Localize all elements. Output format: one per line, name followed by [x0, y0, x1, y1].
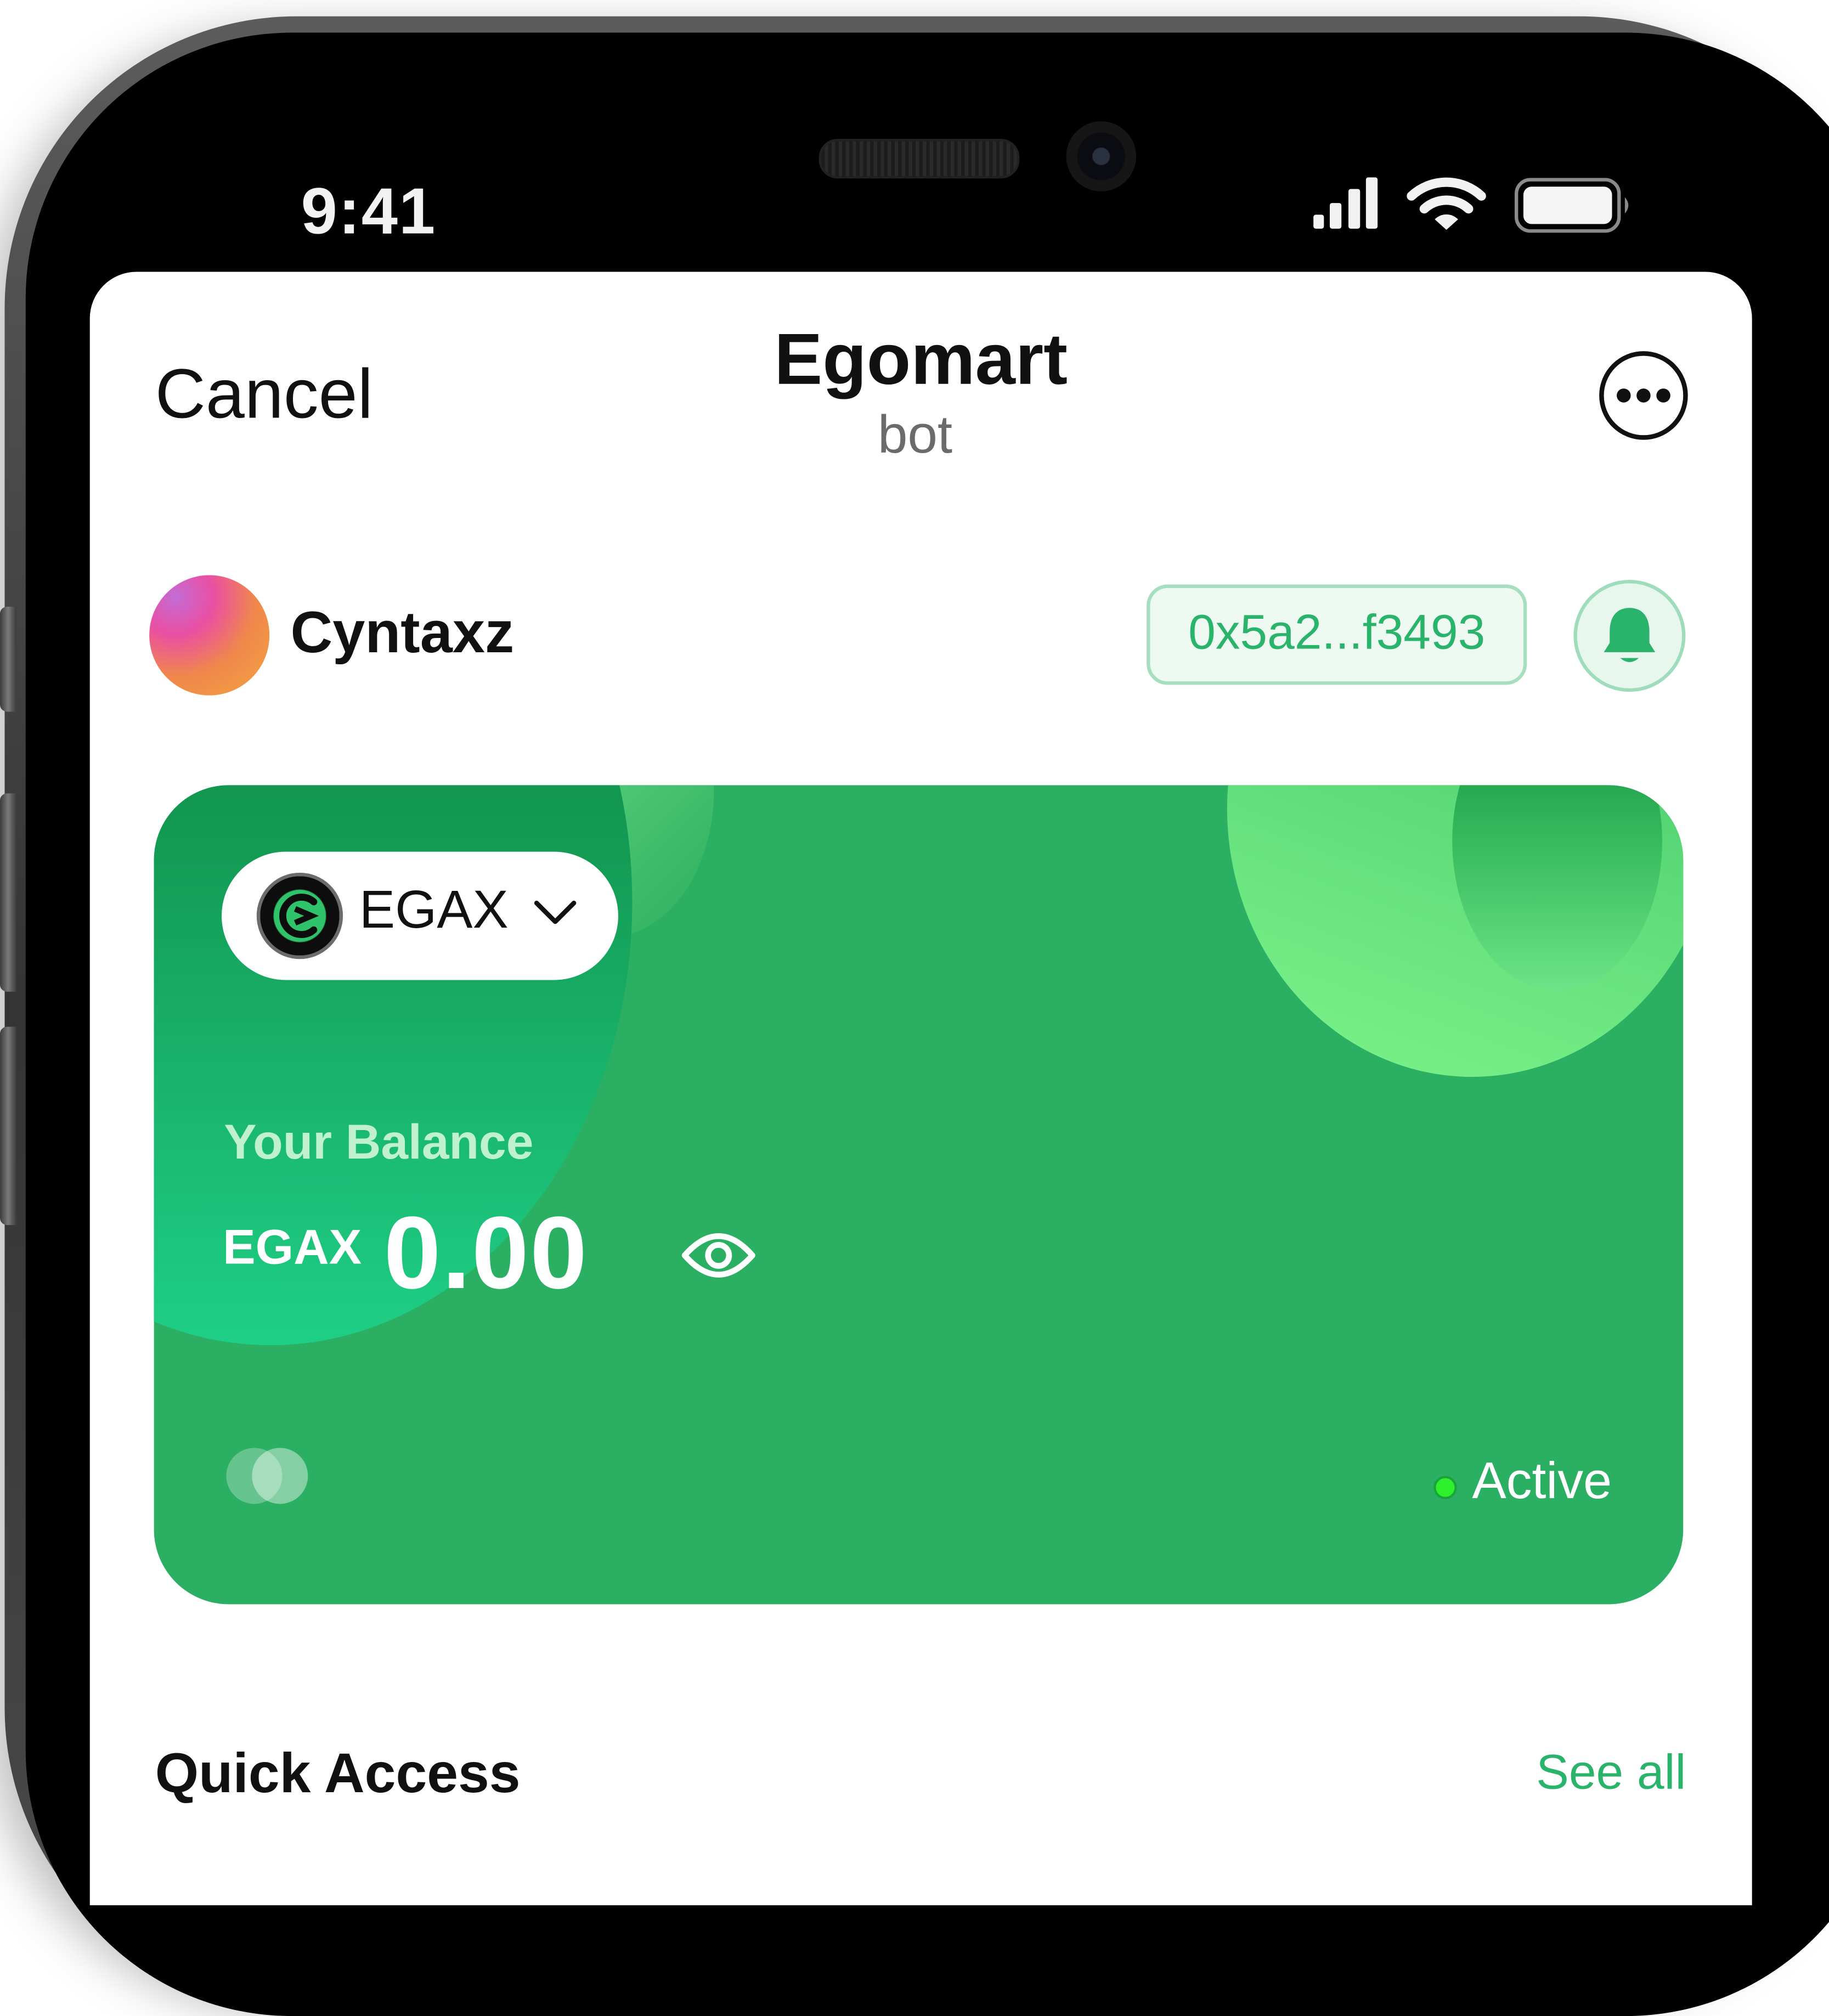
- balance-currency: EGAX: [223, 1219, 362, 1274]
- token-label: EGAX: [359, 878, 509, 940]
- avatar[interactable]: [149, 575, 270, 696]
- card-brand-icon: [252, 1448, 308, 1504]
- wifi-icon: [1407, 177, 1486, 230]
- eye-icon[interactable]: [681, 1229, 756, 1283]
- battery-icon: [1514, 178, 1629, 233]
- cellular-signal-icon: [1313, 177, 1378, 229]
- token-selector[interactable]: EGAX: [221, 851, 618, 980]
- balance-label: Your Balance: [224, 1114, 534, 1170]
- status-badge: Active: [1472, 1452, 1612, 1510]
- volume-down-button: [0, 1026, 16, 1226]
- notifications-button[interactable]: [1573, 580, 1686, 692]
- balance-value: 0.00: [383, 1194, 589, 1311]
- see-all-link[interactable]: See all: [1536, 1744, 1686, 1800]
- egax-token-icon: [256, 872, 343, 959]
- quick-access-title: Quick Access: [155, 1743, 521, 1805]
- bell-icon: [1604, 608, 1656, 662]
- more-options-button[interactable]: [1599, 351, 1688, 440]
- more-horizontal-icon: [1617, 388, 1670, 403]
- page-title: Egomart: [774, 319, 1068, 400]
- wallet-address-button[interactable]: 0x5a2...f3493: [1147, 584, 1527, 685]
- status-dot: [1433, 1476, 1457, 1499]
- front-camera: [1066, 121, 1136, 191]
- page-subtitle: bot: [878, 403, 953, 465]
- earpiece-speaker: [818, 139, 1020, 179]
- username: Cyntaxz: [290, 600, 515, 665]
- device-stage: 9:41 Cancel Egomart bot Cyntaxz 0x5a2...…: [0, 0, 1829, 2016]
- app-screen: Cancel Egomart bot Cyntaxz 0x5a2...f3493: [89, 272, 1752, 1906]
- status-time: 9:41: [301, 173, 437, 247]
- mute-switch: [0, 606, 16, 712]
- chevron-down-icon: [534, 900, 577, 924]
- wallet-card: EGAX Your Balance EGAX 0.00 Active: [154, 785, 1684, 1605]
- volume-up-button: [0, 793, 16, 992]
